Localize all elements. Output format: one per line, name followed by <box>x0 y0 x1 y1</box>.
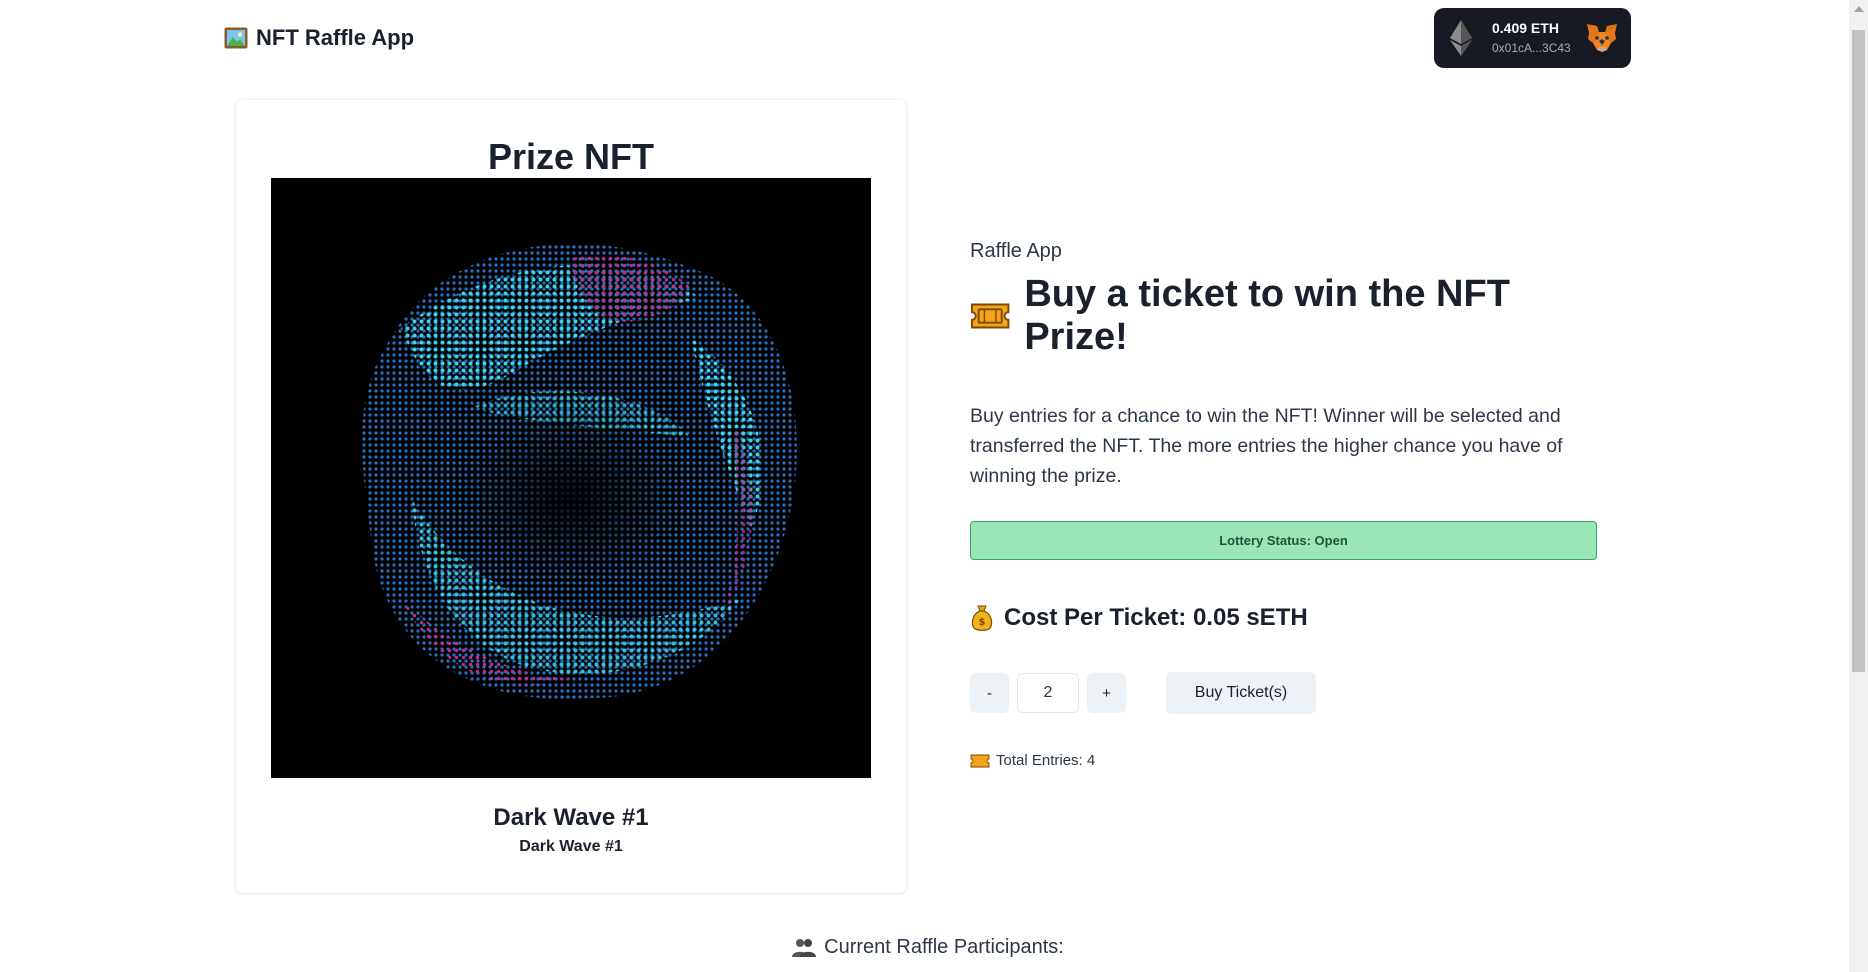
wallet-info: 0.409 ETH 0x01cA...3C43 <box>1492 20 1571 57</box>
lottery-status-badge: Lottery Status: Open <box>970 521 1597 560</box>
ticket-cost: $ Cost Per Ticket: 0.05 sETH <box>970 604 1600 632</box>
scroll-up-arrow-icon[interactable] <box>1854 6 1864 12</box>
prize-nft-card: Prize NFT Dark Wave #1 Dark Wave #1 <box>236 100 906 893</box>
wallet-button[interactable]: 0.409 ETH 0x01cA...3C43 <box>1434 8 1631 68</box>
participants-section: Current Raffle Participants: <box>0 936 1868 959</box>
ticket-icon <box>970 303 1010 329</box>
ethereum-icon <box>1450 20 1472 56</box>
wallet-address: 0x01cA...3C43 <box>1492 41 1571 56</box>
money-bag-icon: $ <box>971 605 993 631</box>
brand-title: NFT Raffle App <box>256 25 415 50</box>
brand[interactable]: NFT Raffle App <box>224 25 414 51</box>
nft-artwork <box>362 243 797 700</box>
total-entries-text: Total Entries: 4 <box>996 752 1096 769</box>
metamask-fox-icon <box>1587 24 1617 52</box>
framed-picture-icon <box>224 27 248 49</box>
raffle-headline: Buy a ticket to win the NFT Prize! <box>970 273 1600 359</box>
nft-name: Dark Wave #1 <box>493 804 649 831</box>
ticket-cost-text: Cost Per Ticket: 0.05 sETH <box>1004 604 1308 631</box>
raffle-headline-text: Buy a ticket to win the NFT Prize! <box>1024 273 1510 358</box>
total-entries: Total Entries: 4 <box>970 752 1600 769</box>
vertical-scrollbar[interactable] <box>1849 0 1868 972</box>
people-icon <box>792 938 817 957</box>
ticket-quantity-input[interactable] <box>1017 673 1079 713</box>
increment-button[interactable]: + <box>1087 673 1126 713</box>
svg-text:$: $ <box>979 617 986 628</box>
nft-image <box>271 178 871 778</box>
decrement-button[interactable]: - <box>970 673 1009 713</box>
raffle-description: Buy entries for a chance to win the NFT!… <box>970 405 1563 487</box>
buy-tickets-button[interactable]: Buy Ticket(s) <box>1166 672 1316 714</box>
nft-subtitle: Dark Wave #1 <box>519 838 623 855</box>
raffle-panel: Raffle App Buy a ticket to win the NFT P… <box>970 240 1600 769</box>
participants-label: Current Raffle Participants: <box>824 936 1064 958</box>
ticket-controls: - + Buy Ticket(s) <box>970 672 1600 714</box>
wallet-balance: 0.409 ETH <box>1492 19 1559 36</box>
raffle-eyebrow: Raffle App <box>970 240 1062 262</box>
ticket-icon <box>970 754 990 767</box>
scrollbar-thumb[interactable] <box>1852 30 1865 672</box>
prize-nft-heading: Prize NFT <box>487 136 655 177</box>
app-header: NFT Raffle App 0.409 ETH 0x01cA...3C43 <box>0 0 1849 80</box>
